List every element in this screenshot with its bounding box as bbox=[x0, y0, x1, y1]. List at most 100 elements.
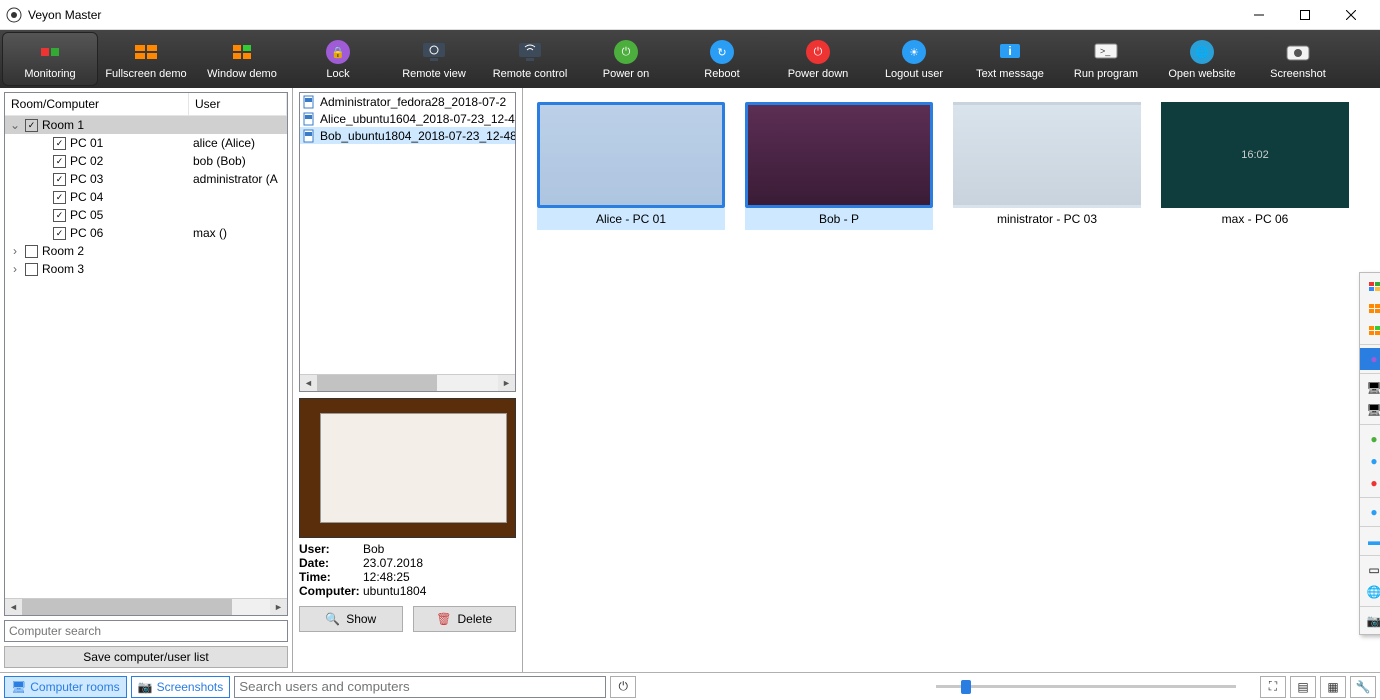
tree-room-row[interactable]: ⌄Room 1 bbox=[5, 116, 287, 134]
scroll-right-arrow[interactable]: ► bbox=[270, 599, 287, 616]
context-menu-item[interactable]: ●Power down bbox=[1360, 472, 1380, 494]
checkbox[interactable] bbox=[25, 245, 38, 258]
remote-view-icon bbox=[420, 38, 448, 66]
minimize-button[interactable] bbox=[1236, 0, 1282, 30]
context-menu-item[interactable]: Window demo bbox=[1360, 319, 1380, 341]
computer-thumbnail[interactable]: Bob - P bbox=[745, 102, 933, 230]
computer-thumbnail[interactable]: ministrator - PC 03 bbox=[953, 102, 1141, 230]
checkbox[interactable] bbox=[53, 227, 66, 240]
align-button[interactable]: ▤ bbox=[1290, 676, 1316, 698]
toolbar-fullscreen-demo[interactable]: Fullscreen demo bbox=[98, 32, 194, 86]
scroll-thumb[interactable] bbox=[317, 375, 437, 392]
context-menu-item[interactable]: ●Power on bbox=[1360, 428, 1380, 450]
screenshots-list[interactable]: Administrator_fedora28_2018-07-2Alice_ub… bbox=[299, 92, 516, 392]
context-menu-icon: 🖥 bbox=[1366, 381, 1380, 395]
checkbox[interactable] bbox=[53, 155, 66, 168]
tree-horizontal-scrollbar[interactable]: ◄ ► bbox=[5, 598, 287, 615]
context-menu-item[interactable]: 📷Screenshot bbox=[1360, 610, 1380, 632]
computer-search-input[interactable] bbox=[4, 620, 288, 642]
show-screenshot-button[interactable]: 🔍Show bbox=[299, 606, 403, 632]
context-menu-separator bbox=[1360, 606, 1380, 607]
delete-screenshot-button[interactable]: 🗑Delete bbox=[413, 606, 517, 632]
zoom-slider[interactable] bbox=[916, 685, 1256, 688]
context-menu: MonitoringFullscreen demoWindow demo ●Loc… bbox=[1359, 272, 1380, 635]
power-button[interactable]: ⏻ bbox=[610, 676, 636, 698]
toolbar-remote-view[interactable]: Remote view bbox=[386, 32, 482, 86]
computer-thumbnail[interactable]: 16:02max - PC 06 bbox=[1161, 102, 1349, 230]
checkbox[interactable] bbox=[25, 263, 38, 276]
context-menu-icon bbox=[1366, 279, 1380, 293]
context-menu-item[interactable]: Fullscreen demo bbox=[1360, 297, 1380, 319]
context-menu-item[interactable]: ●Logout user bbox=[1360, 501, 1380, 523]
scroll-left-arrow[interactable]: ◄ bbox=[5, 599, 22, 616]
toolbar-window-demo[interactable]: Window demo bbox=[194, 32, 290, 86]
checkbox[interactable] bbox=[53, 191, 66, 204]
scroll-left-arrow[interactable]: ◄ bbox=[300, 375, 317, 392]
settings-button[interactable]: 🔧 bbox=[1350, 676, 1376, 698]
context-menu-icon: ● bbox=[1366, 476, 1380, 490]
toolbar-logout[interactable]: ☀ Logout user bbox=[866, 32, 962, 86]
scroll-right-arrow[interactable]: ► bbox=[498, 375, 515, 392]
screenshot-list-item[interactable]: Alice_ubuntu1604_2018-07-23_12-4 bbox=[300, 110, 515, 127]
computers-view[interactable]: Alice - PC 01 Bob - P ministrator - PC 03 1… bbox=[523, 88, 1380, 672]
toolbar-screenshot[interactable]: Screenshot bbox=[1250, 32, 1346, 86]
tree-pc-row[interactable]: PC 03administrator (A bbox=[5, 170, 287, 188]
context-menu-item[interactable]: ●Reboot bbox=[1360, 450, 1380, 472]
tree-room-row[interactable]: ›Room 3 bbox=[5, 260, 287, 278]
expander-icon[interactable]: › bbox=[9, 244, 21, 258]
auto-fit-button[interactable]: ⛶ bbox=[1260, 676, 1286, 698]
maximize-button[interactable] bbox=[1282, 0, 1328, 30]
rooms-tree[interactable]: Room/Computer User ⌄Room 1PC 01alice (Al… bbox=[4, 92, 288, 616]
context-menu-item[interactable]: 🌐Open website bbox=[1360, 581, 1380, 603]
expander-icon[interactable]: › bbox=[9, 262, 21, 276]
save-list-button[interactable]: Save computer/user list bbox=[4, 646, 288, 668]
search-users-input[interactable] bbox=[234, 676, 606, 698]
toolbar-run-program[interactable]: >_ Run program bbox=[1058, 32, 1154, 86]
checkbox[interactable] bbox=[53, 137, 66, 150]
computer-caption: ministrator - PC 03 bbox=[953, 208, 1141, 230]
context-menu-item[interactable]: ▭Run program bbox=[1360, 559, 1380, 581]
screenshot-list-item[interactable]: Administrator_fedora28_2018-07-2 bbox=[300, 93, 515, 110]
screenshots-tab[interactable]: 📷 Screenshots bbox=[131, 676, 231, 698]
screenshot-list-item[interactable]: Bob_ubuntu1804_2018-07-23_12-48 bbox=[300, 127, 515, 144]
zoom-thumb[interactable] bbox=[961, 680, 971, 694]
context-menu-item[interactable]: 🖥Remote view bbox=[1360, 377, 1380, 399]
tree-header-room[interactable]: Room/Computer bbox=[5, 93, 189, 115]
toolbar-reboot[interactable]: ↻ Reboot bbox=[674, 32, 770, 86]
toolbar-lock[interactable]: 🔒 Lock bbox=[290, 32, 386, 86]
checkbox[interactable] bbox=[25, 119, 38, 132]
context-menu-item[interactable]: Monitoring bbox=[1360, 275, 1380, 297]
toolbar-power-down[interactable]: ⏻ Power down bbox=[770, 32, 866, 86]
context-menu-icon: 🖥 bbox=[1366, 403, 1380, 417]
tree-pc-row[interactable]: PC 02bob (Bob) bbox=[5, 152, 287, 170]
title-bar: Veyon Master bbox=[0, 0, 1380, 30]
toolbar-text-message[interactable]: i Text message bbox=[962, 32, 1058, 86]
reboot-icon: ↻ bbox=[708, 38, 736, 66]
computer-caption: max - PC 06 bbox=[1161, 208, 1349, 230]
computer-caption: Bob - P bbox=[745, 208, 933, 230]
tree-room-row[interactable]: ›Room 2 bbox=[5, 242, 287, 260]
app-icon bbox=[6, 7, 22, 23]
toolbar-monitoring[interactable]: Monitoring bbox=[2, 32, 98, 86]
context-menu-item[interactable]: ▬Text message bbox=[1360, 530, 1380, 552]
expander-icon[interactable]: ⌄ bbox=[9, 118, 21, 132]
close-button[interactable] bbox=[1328, 0, 1374, 30]
tree-pc-row[interactable]: PC 04 bbox=[5, 188, 287, 206]
tree-pc-row[interactable]: PC 05 bbox=[5, 206, 287, 224]
tree-pc-row[interactable]: PC 01alice (Alice) bbox=[5, 134, 287, 152]
tree-pc-row[interactable]: PC 06max () bbox=[5, 224, 287, 242]
toolbar-remote-control[interactable]: Remote control bbox=[482, 32, 578, 86]
toolbar-power-on[interactable]: ⏻ Power on bbox=[578, 32, 674, 86]
context-menu-separator bbox=[1360, 555, 1380, 556]
checkbox[interactable] bbox=[53, 209, 66, 222]
context-menu-item[interactable]: ●Lock bbox=[1360, 348, 1380, 370]
grid-button[interactable]: ▦ bbox=[1320, 676, 1346, 698]
toolbar-open-website[interactable]: 🌐 Open website bbox=[1154, 32, 1250, 86]
tree-header-user[interactable]: User bbox=[189, 93, 287, 115]
scroll-thumb[interactable] bbox=[22, 599, 232, 616]
shot-horizontal-scrollbar[interactable]: ◄ ► bbox=[300, 374, 515, 391]
computer-rooms-tab[interactable]: 🖥 Computer rooms bbox=[4, 676, 127, 698]
context-menu-item[interactable]: 🖥Remote control bbox=[1360, 399, 1380, 421]
checkbox[interactable] bbox=[53, 173, 66, 186]
computer-thumbnail[interactable]: Alice - PC 01 bbox=[537, 102, 725, 230]
